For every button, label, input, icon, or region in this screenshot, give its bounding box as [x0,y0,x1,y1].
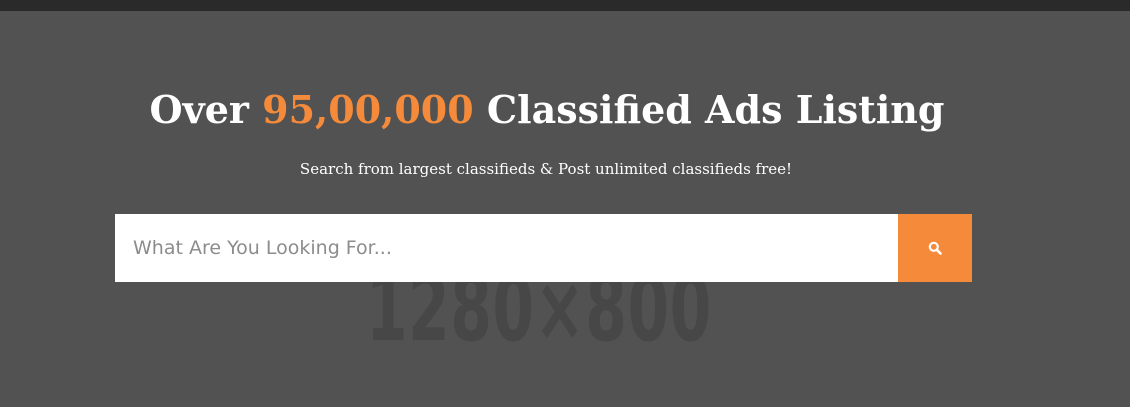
listing-count: 95,00,000 [262,87,474,132]
hero-title-prefix: Over [149,87,249,132]
hero-section: 1280×800 [0,11,1130,407]
hero-title: Over 95,00,000 Classified Ads Listing [0,87,1094,133]
top-bar [0,0,1130,11]
search-button[interactable] [898,214,972,282]
search-icon [928,241,942,255]
hero-subtitle: Search from largest classifieds & Post u… [299,160,793,178]
search-input[interactable] [115,214,898,282]
hero-title-suffix: Classified Ads Listing [486,87,945,132]
